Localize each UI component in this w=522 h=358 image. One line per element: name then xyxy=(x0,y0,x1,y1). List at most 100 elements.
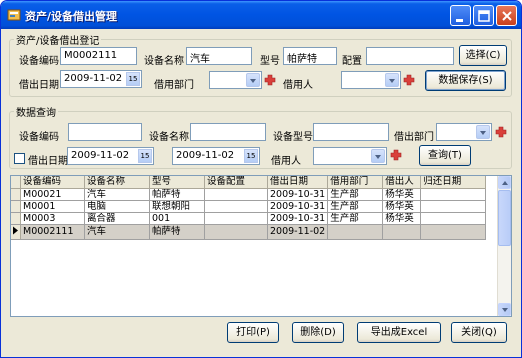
query-button[interactable]: 查询(T) xyxy=(419,145,471,166)
add-query-dept-icon[interactable] xyxy=(495,126,507,138)
data-grid[interactable]: 设备编码 设备名称 型号 设备配置 借出日期 借用部门 借出人 归还日期 M00… xyxy=(10,175,512,317)
column-header[interactable]: 借用部门 xyxy=(327,176,384,189)
minimize-button[interactable] xyxy=(450,5,471,26)
table-cell[interactable]: M0001 xyxy=(20,200,85,213)
query-model-label: 设备型号 xyxy=(273,132,313,143)
table-cell[interactable] xyxy=(204,188,268,201)
register-code-input[interactable]: M0002111 xyxy=(60,47,137,65)
chevron-down-icon[interactable] xyxy=(371,149,385,163)
query-date-to-picker[interactable]: 2009-11-02 15 xyxy=(172,147,260,165)
window-title: 资产/设备借出管理 xyxy=(25,10,118,23)
maximize-button[interactable] xyxy=(473,5,494,26)
register-model-label: 型号 xyxy=(260,56,280,67)
table-row-current[interactable]: M0002111 汽车 帕萨特 2009-11-02 xyxy=(11,224,487,240)
register-name-input[interactable]: 汽车 xyxy=(186,47,252,65)
query-date-from-picker[interactable]: 2009-11-02 15 xyxy=(67,147,154,165)
scroll-thumb[interactable] xyxy=(498,190,511,246)
table-row[interactable]: M0001 电脑 联想朝阳 2009-10-31 生产部 杨华英 xyxy=(11,200,487,213)
column-header[interactable]: 型号 xyxy=(149,176,205,189)
table-cell[interactable]: 电脑 xyxy=(84,200,150,213)
chevron-down-icon[interactable] xyxy=(385,73,399,87)
close-window-button[interactable] xyxy=(496,5,517,26)
table-cell[interactable] xyxy=(382,224,422,240)
table-cell[interactable]: 生产部 xyxy=(327,188,384,201)
table-cell[interactable]: 2009-11-02 xyxy=(267,224,329,240)
table-cell[interactable] xyxy=(327,224,384,240)
column-header[interactable]: 借出日期 xyxy=(267,176,329,189)
table-cell[interactable]: 离合器 xyxy=(84,212,150,225)
chevron-down-icon[interactable] xyxy=(246,73,260,87)
calendar-icon[interactable]: 15 xyxy=(126,72,140,86)
row-indicator xyxy=(11,188,21,201)
table-row[interactable]: M0003 离合器 001 2009-10-31 生产部 杨华英 xyxy=(11,212,487,225)
table-cell[interactable] xyxy=(420,188,487,201)
export-excel-button[interactable]: 导出成Excel xyxy=(357,322,441,343)
register-person-select[interactable] xyxy=(341,71,401,89)
register-code-label: 设备编码 xyxy=(19,56,59,67)
table-cell[interactable]: 杨华英 xyxy=(382,212,422,225)
table-cell[interactable]: 生产部 xyxy=(327,212,384,225)
table-header-row: 设备编码 设备名称 型号 设备配置 借出日期 借用部门 借出人 归还日期 xyxy=(11,176,487,189)
table-cell[interactable]: 2009-10-31 xyxy=(267,212,329,225)
table-cell[interactable]: M00021 xyxy=(20,188,85,201)
add-dept-icon[interactable] xyxy=(264,74,276,86)
table-cell[interactable]: 杨华英 xyxy=(382,200,422,213)
query-group-legend: 数据查询 xyxy=(14,104,58,119)
print-button[interactable]: 打印(P) xyxy=(227,322,279,343)
table-cell[interactable]: 汽车 xyxy=(84,224,150,240)
table-cell[interactable]: 2009-10-31 xyxy=(267,200,329,213)
query-code-input[interactable] xyxy=(68,123,142,141)
query-name-input[interactable] xyxy=(190,123,266,141)
table-cell[interactable] xyxy=(204,200,268,213)
column-header[interactable]: 借出人 xyxy=(382,176,422,189)
table-cell[interactable]: 联想朝阳 xyxy=(149,200,205,213)
add-person-icon[interactable] xyxy=(403,74,415,86)
register-date-value: 2009-11-02 xyxy=(64,73,123,84)
table-row[interactable]: M00021 汽车 帕萨特 2009-10-31 生产部 杨华英 xyxy=(11,188,487,201)
table-cell[interactable] xyxy=(420,224,487,240)
register-config-input[interactable] xyxy=(366,47,454,65)
data-table: 设备编码 设备名称 型号 设备配置 借出日期 借用部门 借出人 归还日期 M00… xyxy=(11,176,487,240)
table-cell[interactable]: 2009-10-31 xyxy=(267,188,329,201)
register-date-picker[interactable]: 2009-11-02 15 xyxy=(60,70,142,88)
table-cell[interactable]: 杨华英 xyxy=(382,188,422,201)
table-cell[interactable]: 001 xyxy=(149,212,205,225)
register-model-input[interactable]: 帕萨特 xyxy=(283,47,337,65)
close-button[interactable]: 关闭(Q) xyxy=(451,322,507,343)
delete-button[interactable]: 删除(D) xyxy=(292,322,344,343)
query-date-from-value: 2009-11-02 xyxy=(71,150,130,161)
calendar-icon[interactable]: 15 xyxy=(244,149,258,163)
table-cell[interactable]: 帕萨特 xyxy=(149,224,205,240)
column-header[interactable]: 设备配置 xyxy=(204,176,268,189)
close-icon xyxy=(502,11,512,21)
chevron-down-icon[interactable] xyxy=(476,125,490,139)
query-model-input[interactable] xyxy=(313,123,389,141)
register-dept-select[interactable] xyxy=(209,71,262,89)
register-group-legend: 资产/设备借出登记 xyxy=(14,32,102,47)
vertical-scrollbar[interactable] xyxy=(497,176,511,316)
row-indicator xyxy=(11,200,21,213)
column-header[interactable]: 归还日期 xyxy=(420,176,487,189)
table-cell[interactable] xyxy=(420,200,487,213)
date-filter-checkbox[interactable] xyxy=(14,153,25,164)
table-cell[interactable]: M0003 xyxy=(20,212,85,225)
calendar-icon[interactable]: 15 xyxy=(138,149,152,163)
scroll-up-icon[interactable] xyxy=(498,176,511,189)
query-person-select[interactable] xyxy=(313,147,387,165)
save-button[interactable]: 数据保存(S) xyxy=(425,70,506,91)
table-cell[interactable]: M0002111 xyxy=(20,224,85,240)
add-query-person-icon[interactable] xyxy=(390,149,402,161)
table-cell[interactable] xyxy=(204,212,268,225)
table-cell[interactable] xyxy=(420,212,487,225)
table-cell[interactable]: 汽车 xyxy=(84,188,150,201)
query-dept-select[interactable] xyxy=(436,123,492,141)
table-cell[interactable] xyxy=(204,224,268,240)
column-header[interactable]: 设备编码 xyxy=(20,176,85,189)
scroll-down-icon[interactable] xyxy=(498,303,511,316)
table-cell[interactable]: 生产部 xyxy=(327,200,384,213)
query-dept-label: 借出部门 xyxy=(394,132,434,143)
column-header[interactable]: 设备名称 xyxy=(84,176,150,189)
register-date-label: 借出日期 xyxy=(19,80,59,91)
select-button[interactable]: 选择(C) xyxy=(459,45,507,66)
table-cell[interactable]: 帕萨特 xyxy=(149,188,205,201)
